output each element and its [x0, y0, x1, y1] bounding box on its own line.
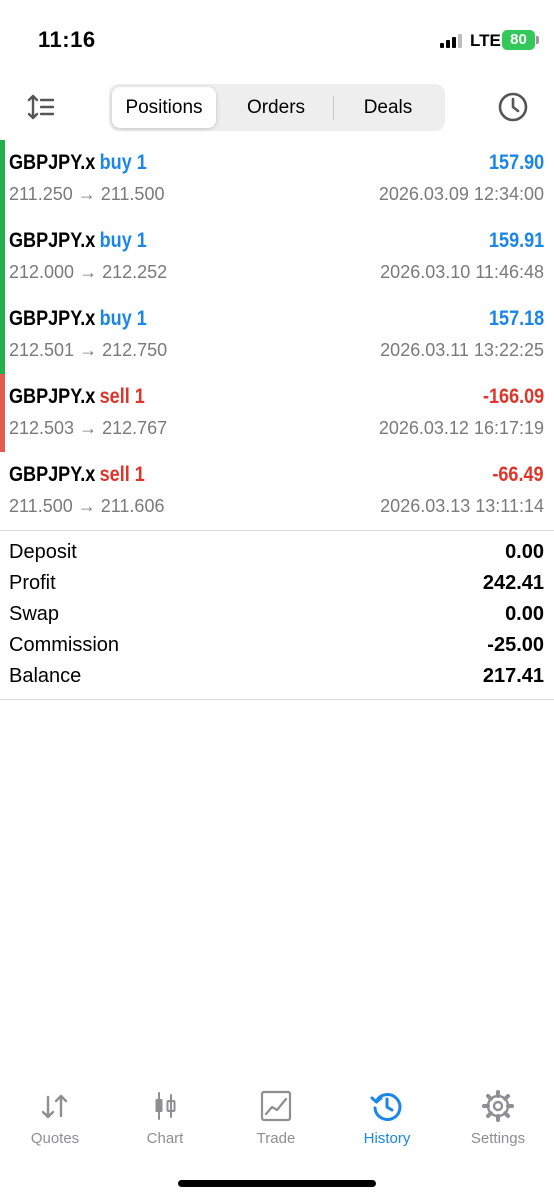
- trade-prices: 212.503 → 212.767: [9, 418, 168, 438]
- divider: [0, 699, 554, 700]
- sort-icon[interactable]: [26, 92, 56, 122]
- trade-prices: 212.000 → 212.252: [9, 262, 168, 282]
- trade-title: GBPJPY.x buy 1: [9, 307, 147, 331]
- tab-positions[interactable]: Positions: [112, 87, 216, 128]
- trade-row[interactable]: GBPJPY.x buy 1 157.18 212.501 → 212.750 2…: [0, 296, 554, 374]
- summary-label: Profit: [9, 572, 56, 594]
- trade-time: 2026.03.09 12:34:00: [378, 184, 544, 204]
- trade-time: 2026.03.10 11:46:48: [380, 262, 544, 282]
- tab-quotes[interactable]: Quotes: [0, 1080, 110, 1160]
- trade-title: GBPJPY.x sell 1: [9, 463, 145, 487]
- buy-indicator-bar: [0, 140, 5, 218]
- trade-profit: 157.18: [488, 307, 544, 330]
- trade-row[interactable]: GBPJPY.x buy 1 157.90 211.250 → 211.500 2…: [0, 140, 554, 218]
- history-icon: [370, 1089, 404, 1123]
- sell-indicator-bar: [0, 374, 5, 452]
- trade-direction: buy 1: [99, 229, 147, 252]
- trade-direction: sell 1: [99, 463, 145, 486]
- battery-icon: 80: [502, 30, 535, 50]
- bottom-tab-bar: Quotes Chart Trade History Settings: [0, 1080, 554, 1160]
- buy-indicator-bar: [0, 296, 5, 374]
- network-label: LTE: [470, 31, 501, 50]
- trade-row[interactable]: GBPJPY.x sell 1 -166.09 212.503 → 212.767…: [0, 374, 554, 452]
- trade-title: GBPJPY.x buy 1: [9, 229, 147, 253]
- trade-icon: [259, 1089, 293, 1123]
- trade-prices: 211.500 → 211.606: [9, 496, 165, 516]
- tab-history[interactable]: History: [332, 1080, 442, 1160]
- summary-row-profit: Profit 242.41: [0, 569, 554, 600]
- summary-value: -25.00: [487, 634, 544, 656]
- trade-symbol: GBPJPY.x: [9, 385, 96, 408]
- tab-label: History: [363, 1130, 411, 1147]
- summary-label: Deposit: [9, 541, 77, 563]
- trade-title: GBPJPY.x sell 1: [9, 385, 145, 409]
- tab-chart[interactable]: Chart: [110, 1080, 220, 1160]
- summary-label: Swap: [9, 603, 60, 625]
- tab-orders[interactable]: Orders: [220, 87, 332, 128]
- summary-row-balance: Balance 217.41: [0, 662, 554, 693]
- summary-row-commission: Commission -25.00: [0, 631, 554, 662]
- divider: [0, 530, 554, 531]
- trade-list: GBPJPY.x buy 1 157.90 211.250 → 211.500 2…: [0, 140, 554, 530]
- trade-symbol: GBPJPY.x: [9, 229, 96, 252]
- signal-icon: [440, 34, 464, 48]
- home-indicator: [178, 1180, 376, 1187]
- summary-label: Commission: [9, 634, 120, 656]
- summary-label: Balance: [9, 665, 82, 687]
- status-bar: 11:16 LTE 80: [0, 0, 554, 80]
- tab-label: Settings: [470, 1130, 526, 1147]
- trade-symbol: GBPJPY.x: [9, 307, 96, 330]
- trade-direction: buy 1: [99, 151, 147, 174]
- trade-row[interactable]: GBPJPY.x sell 1 -66.49 211.500 → 211.606 …: [0, 452, 554, 530]
- quotes-icon: [38, 1089, 72, 1123]
- summary-row-swap: Swap 0.00: [0, 600, 554, 631]
- clock-icon[interactable]: [497, 91, 529, 123]
- trade-time: 2026.03.11 13:22:25: [380, 340, 544, 360]
- tab-trade[interactable]: Trade: [221, 1080, 331, 1160]
- trade-prices: 212.501 → 212.750: [9, 340, 168, 360]
- settings-icon: [481, 1089, 515, 1123]
- trade-profit: 159.91: [488, 229, 544, 252]
- summary-value: 217.41: [482, 665, 544, 687]
- battery-tip: [536, 36, 539, 44]
- trade-profit: 157.90: [488, 151, 544, 174]
- summary-value: 0.00: [505, 603, 544, 625]
- summary-row-deposit: Deposit 0.00: [0, 538, 554, 569]
- trade-time: 2026.03.12 16:17:19: [378, 418, 544, 438]
- tab-deals[interactable]: Deals: [334, 87, 442, 128]
- status-time: 11:16: [38, 27, 96, 52]
- summary-section: Deposit 0.00 Profit 242.41 Swap 0.00 Com…: [0, 538, 554, 693]
- summary-value: 242.41: [482, 572, 544, 594]
- trade-time: 2026.03.13 13:11:14: [380, 496, 544, 516]
- trade-direction: buy 1: [99, 307, 147, 330]
- trade-row[interactable]: GBPJPY.x buy 1 159.91 212.000 → 212.252 2…: [0, 218, 554, 296]
- tab-label: Trade: [256, 1130, 296, 1147]
- trade-symbol: GBPJPY.x: [9, 151, 96, 174]
- tab-label: Quotes: [30, 1130, 80, 1147]
- trade-profit: -166.09: [482, 385, 544, 408]
- trade-profit: -66.49: [492, 463, 544, 486]
- tab-settings[interactable]: Settings: [443, 1080, 553, 1160]
- view-segmented-control: Positions Orders Deals: [109, 84, 445, 131]
- trade-symbol: GBPJPY.x: [9, 463, 96, 486]
- summary-value: 0.00: [505, 541, 544, 563]
- trade-title: GBPJPY.x buy 1: [9, 151, 147, 175]
- tab-label: Chart: [146, 1130, 184, 1147]
- chart-icon: [148, 1089, 182, 1123]
- trade-prices: 211.250 → 211.500: [9, 184, 165, 204]
- trade-direction: sell 1: [99, 385, 145, 408]
- buy-indicator-bar: [0, 218, 5, 296]
